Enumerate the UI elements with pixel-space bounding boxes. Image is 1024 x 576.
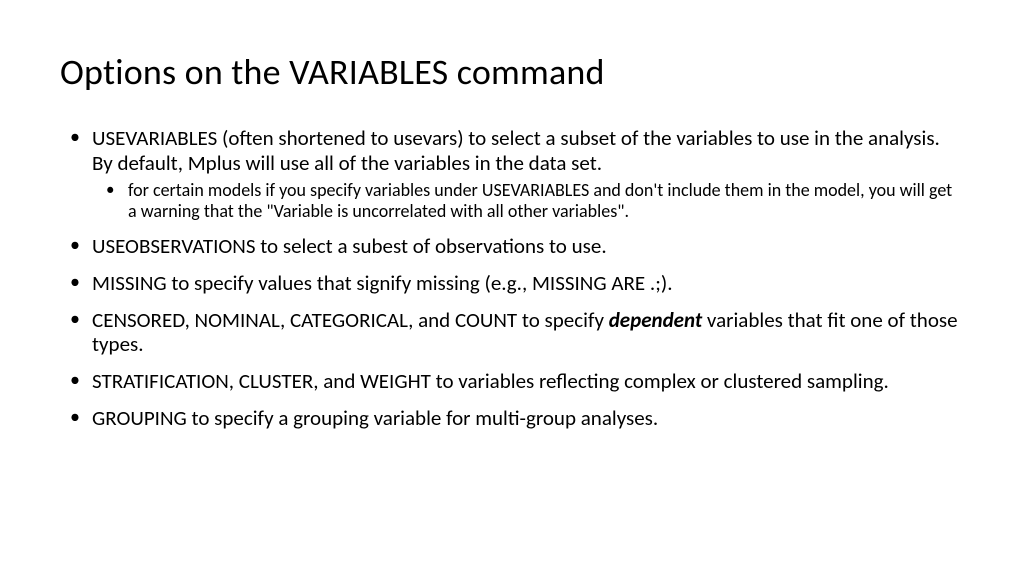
- bullet-text: USEOBSERVATIONS to select a subest of ob…: [92, 233, 607, 259]
- bullet-text-emph: dependent: [609, 307, 702, 333]
- bullet-usevariables: USEVARIABLES (often shortened to usevars…: [88, 126, 964, 222]
- bullet-text: STRATIFICATION, CLUSTER, and WEIGHT to v…: [92, 368, 889, 394]
- bullet-vartypes: CENSORED, NOMINAL, CATEGORICAL, and COUN…: [88, 308, 964, 358]
- bullet-text: MISSING to specify values that signify m…: [92, 270, 673, 296]
- bullet-useobservations: USEOBSERVATIONS to select a subest of ob…: [88, 234, 964, 259]
- bullet-missing: MISSING to specify values that signify m…: [88, 271, 964, 296]
- bullet-list: USEVARIABLES (often shortened to usevars…: [60, 126, 964, 431]
- sub-bullet-warning: for certain models if you specify variab…: [124, 180, 964, 222]
- slide-title: Options on the VARIABLES command: [60, 50, 964, 94]
- bullet-text: USEVARIABLES (often shortened to usevars…: [92, 125, 940, 176]
- sub-bullet-text: for certain models if you specify variab…: [128, 179, 952, 222]
- bullet-grouping: GROUPING to specify a grouping variable …: [88, 406, 964, 431]
- bullet-text-pre: CENSORED, NOMINAL, CATEGORICAL, and COUN…: [92, 307, 609, 333]
- bullet-sampling: STRATIFICATION, CLUSTER, and WEIGHT to v…: [88, 369, 964, 394]
- bullet-text: GROUPING to specify a grouping variable …: [92, 405, 658, 431]
- sub-bullet-list: for certain models if you specify variab…: [92, 180, 964, 222]
